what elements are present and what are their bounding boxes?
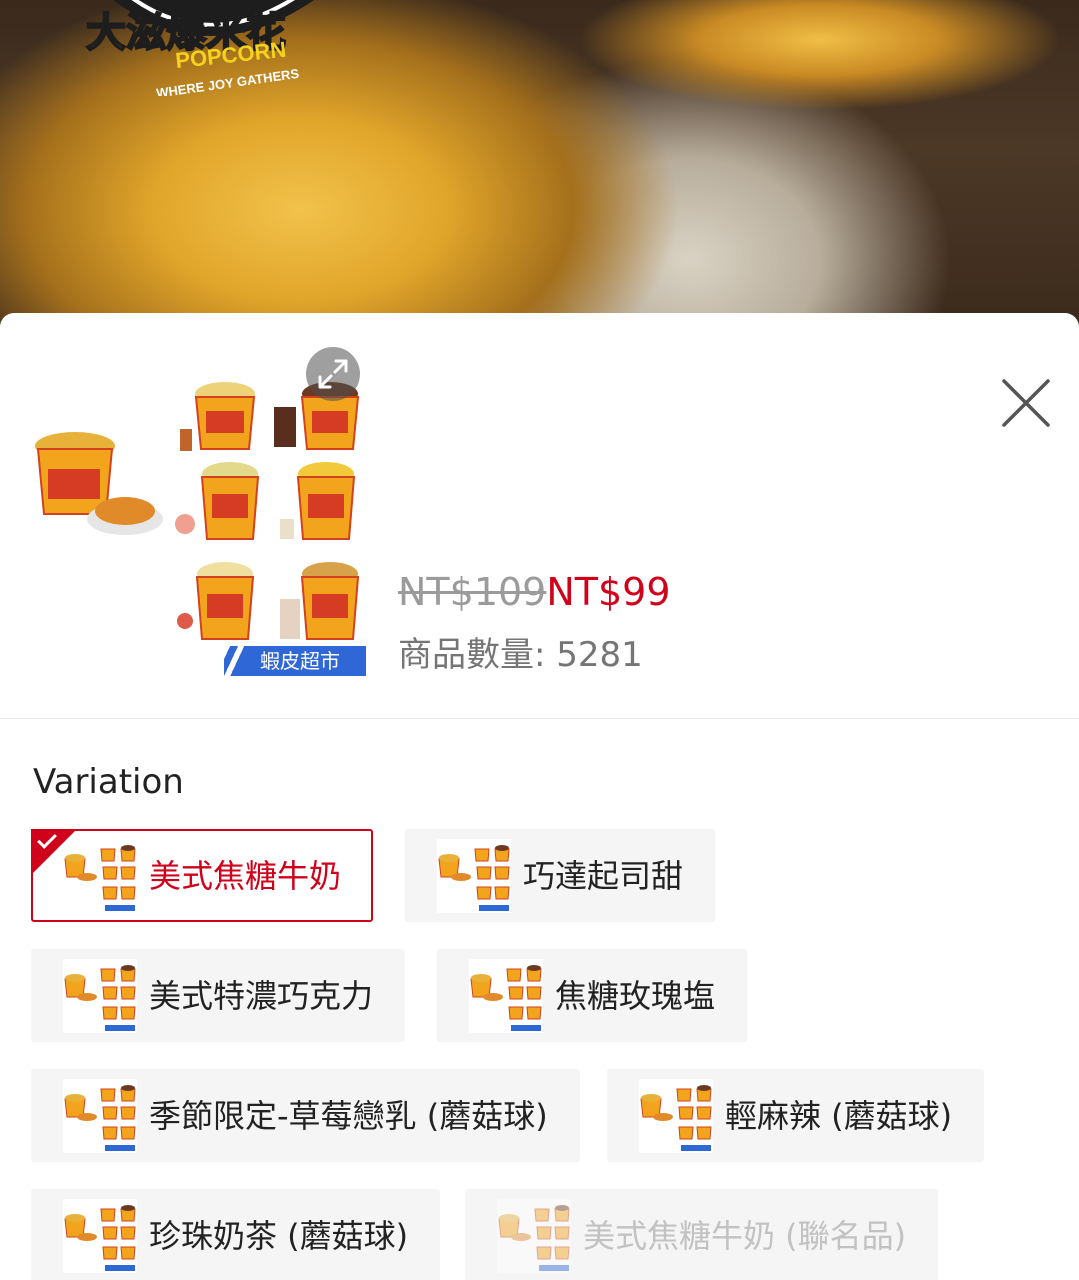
variation-title: Variation [33, 762, 184, 802]
variation-thumbnail [469, 958, 543, 1033]
variation-option[interactable]: 季節限定-草莓戀乳 (蘑菇球) [31, 1069, 580, 1162]
variation-label: 季節限定-草莓戀乳 (蘑菇球) [149, 1096, 548, 1135]
variation-option[interactable]: 珍珠奶茶 (蘑菇球) [31, 1189, 441, 1280]
variation-thumbnail [497, 1198, 571, 1273]
price-row: NT$109NT$99 [398, 569, 671, 615]
stock-value: 5281 [556, 635, 643, 675]
variation-option[interactable]: 美式焦糖牛奶 [31, 829, 374, 922]
variation-thumbnail [63, 1198, 137, 1273]
stock-label: 商品數量: [398, 635, 557, 675]
variation-label: 美式特濃巧克力 [149, 976, 374, 1015]
variation-option[interactable]: 輕麻辣 (蘑菇球) [607, 1069, 985, 1162]
expand-icon [318, 359, 348, 389]
product-banner-image: 大滋爆米花 POPCORN WHERE JOY GATHERS [0, 0, 1079, 330]
variation-label: 焦糖玫瑰塩 [555, 976, 716, 1015]
current-price: NT$99 [546, 570, 671, 614]
variation-label: 美式焦糖牛奶 (聯名品) [583, 1216, 907, 1255]
close-icon[interactable] [998, 375, 1054, 431]
stock-quantity: 商品數量: 5281 [398, 633, 643, 677]
brand-logo: 大滋爆米花 POPCORN WHERE JOY GATHERS [85, 0, 314, 96]
variation-label: 珍珠奶茶 (蘑菇球) [149, 1216, 409, 1255]
variation-bottom-sheet: 蝦皮超市 NT$109NT$99 商品數量: 5281 Variation 美式… [0, 313, 1079, 1280]
expand-image-button[interactable] [306, 347, 360, 401]
variation-option[interactable]: 美式特濃巧克力 [31, 949, 406, 1042]
shopee-mall-badge: 蝦皮超市 [224, 646, 366, 676]
variation-option-disabled: 美式焦糖牛奶 (聯名品) [465, 1189, 939, 1280]
divider [0, 718, 1079, 719]
variation-label: 輕麻辣 (蘑菇球) [725, 1096, 953, 1135]
variation-label: 巧達起司甜 [523, 856, 684, 895]
variation-option[interactable]: 焦糖玫瑰塩 [437, 949, 748, 1042]
variation-thumbnail [63, 958, 137, 1033]
variation-thumbnail [639, 1078, 713, 1153]
variation-thumbnail [437, 838, 511, 913]
product-thumbnail[interactable] [30, 349, 366, 677]
variation-thumbnail [63, 1078, 137, 1153]
variation-option[interactable]: 巧達起司甜 [405, 829, 716, 922]
mall-badge-stripes-icon [224, 646, 254, 676]
variation-label: 美式焦糖牛奶 [149, 856, 342, 895]
original-price: NT$109 [398, 570, 547, 614]
mall-badge-label: 蝦皮超市 [260, 649, 340, 673]
